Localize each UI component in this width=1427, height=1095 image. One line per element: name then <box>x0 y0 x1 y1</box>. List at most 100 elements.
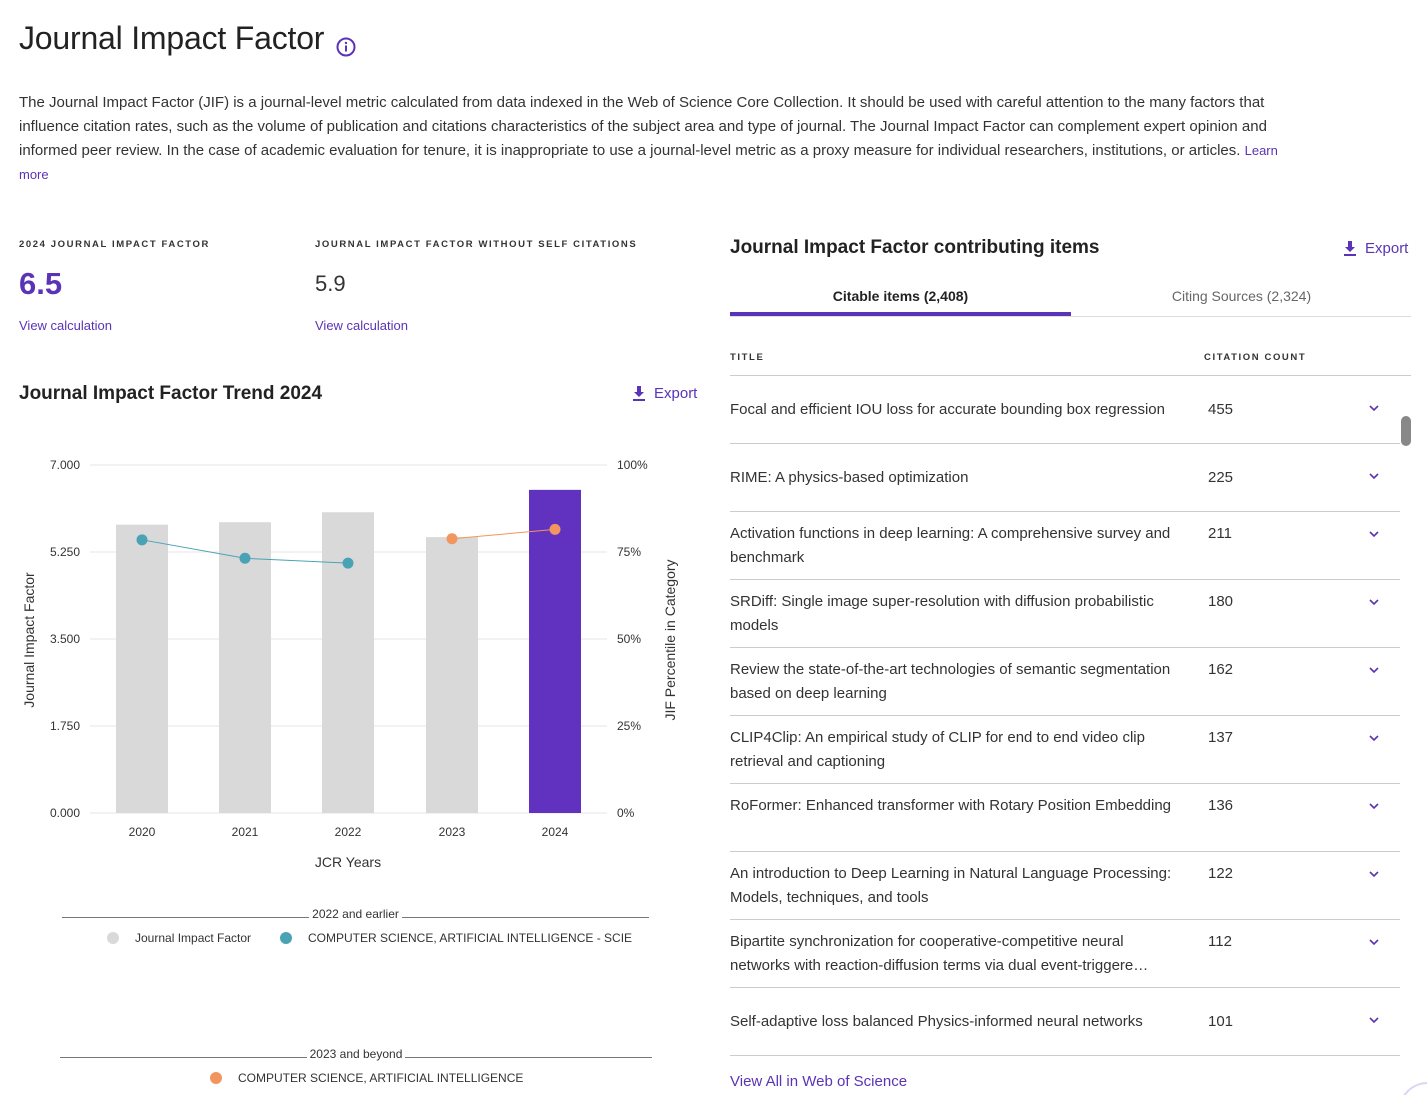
item-title: Review the state-of-the-art technologies… <box>730 661 1171 702</box>
list-item[interactable]: Focal and efficient IOU loss for accurat… <box>730 376 1400 444</box>
jif-no-self-value: 5.9 <box>315 271 346 296</box>
percentile-point <box>446 533 458 545</box>
trend-export-label: Export <box>654 385 698 402</box>
bar-2020 <box>116 524 168 813</box>
list-item[interactable]: Activation functions in deep learning: A… <box>730 512 1400 580</box>
percentile-point <box>239 552 251 564</box>
x-tick-label: 2020 <box>129 825 156 839</box>
y-axis-title: Journal Impact Factor <box>21 572 37 708</box>
item-title: Bipartite synchronization for cooperativ… <box>730 933 1149 974</box>
contributing-export-label: Export <box>1365 240 1409 257</box>
page-title: Journal Impact Factor <box>19 20 325 56</box>
item-citation-count: 225 <box>1208 469 1234 486</box>
column-header-title[interactable]: TITLE <box>730 352 764 363</box>
legend-group-2022-divider: 2022 and earlier <box>62 907 650 921</box>
chevron-down-icon[interactable] <box>1368 402 1380 414</box>
list-item[interactable]: RoFormer: Enhanced transformer with Rota… <box>730 784 1400 852</box>
legend-label-jif: Journal Impact Factor <box>135 931 252 945</box>
chart-bars <box>116 489 581 813</box>
x-tick-label: 2024 <box>542 825 569 839</box>
x-axis-title: JCR Years <box>315 854 381 870</box>
contributing-export-button[interactable]: Export <box>1343 240 1408 257</box>
item-title: Focal and efficient IOU loss for accurat… <box>730 401 1165 418</box>
tab-citing-sources[interactable]: Citing Sources (2,324) <box>1071 280 1412 316</box>
legend-item-jif[interactable]: Journal Impact Factor <box>107 931 251 945</box>
chevron-down-icon[interactable] <box>1368 936 1380 948</box>
legend-group-2023-label: 2023 and beyond <box>309 1047 403 1061</box>
contributing-tabs: Citable items (2,408) Citing Sources (2,… <box>730 280 1411 317</box>
jif-label: 2024 JOURNAL IMPACT FACTOR <box>19 239 210 250</box>
item-title: SRDiff: Single image super-resolution wi… <box>730 593 1154 634</box>
item-title: RIME: A physics-based optimization <box>730 469 969 486</box>
y2-tick-label: 0% <box>617 806 635 820</box>
chevron-down-icon[interactable] <box>1368 1014 1380 1026</box>
item-title: Self-adaptive loss balanced Physics-info… <box>730 1013 1143 1030</box>
bar-2024 <box>529 489 581 813</box>
chevron-down-icon[interactable] <box>1368 596 1380 608</box>
item-citation-count: 180 <box>1208 593 1234 610</box>
percentile-point <box>549 523 561 535</box>
percentile-point <box>136 534 148 546</box>
item-citation-count: 455 <box>1208 401 1234 418</box>
jif-no-self-view-calculation-link[interactable]: View calculation <box>315 318 408 333</box>
column-header-citation-count[interactable]: CITATION COUNT <box>1204 352 1306 363</box>
chevron-down-icon[interactable] <box>1368 664 1380 676</box>
item-title: An introduction to Deep Learning in Natu… <box>730 865 1172 906</box>
legend-item-ai[interactable]: COMPUTER SCIENCE, ARTIFICIAL INTELLIGENC… <box>210 1071 523 1085</box>
list-item[interactable]: RIME: A physics-based optimization 225 <box>730 444 1400 512</box>
list-item[interactable]: An introduction to Deep Learning in Natu… <box>730 852 1400 920</box>
legend-group-2022-label: 2022 and earlier <box>312 907 399 921</box>
y2-tick-label: 50% <box>617 632 641 646</box>
legend-group-2023-divider: 2023 and beyond <box>60 1047 653 1061</box>
y-tick-label: 0.000 <box>50 806 80 820</box>
chevron-down-icon[interactable] <box>1368 732 1380 744</box>
legend-label-ai: COMPUTER SCIENCE, ARTIFICIAL INTELLIGENC… <box>238 1071 524 1085</box>
jif-trend-chart: 0.000 1.750 3.500 5.250 7.000 0% 25% 50% 75% 100%… <box>21 458 678 870</box>
legend-dot-jif <box>107 932 119 944</box>
list-item[interactable]: Review the state-of-the-art technologies… <box>730 648 1400 716</box>
legend-item-scie[interactable]: COMPUTER SCIENCE, ARTIFICIAL INTELLIGENC… <box>280 931 632 945</box>
jif-value: 6.5 <box>19 266 63 301</box>
x-tick-label: 2023 <box>439 825 466 839</box>
item-title: RoFormer: Enhanced transformer with Rota… <box>730 797 1172 814</box>
intro-text: The Journal Impact Factor (JIF) is a jou… <box>19 91 1284 187</box>
item-citation-count: 112 <box>1208 933 1232 950</box>
chevron-down-icon[interactable] <box>1368 800 1380 812</box>
y2-tick-label: 75% <box>617 545 641 559</box>
chevron-down-icon[interactable] <box>1368 470 1380 482</box>
list-item[interactable]: SRDiff: Single image super-resolution wi… <box>730 580 1400 648</box>
y-tick-label: 5.250 <box>50 545 80 559</box>
jif-view-calculation-link[interactable]: View calculation <box>19 318 112 333</box>
download-icon <box>633 385 645 401</box>
list-item[interactable]: Self-adaptive loss balanced Physics-info… <box>730 988 1400 1056</box>
y2-tick-label: 25% <box>617 719 641 733</box>
items-scrollbar[interactable] <box>1401 416 1411 446</box>
y2-tick-label: 100% <box>617 458 648 472</box>
x-tick-label: 2022 <box>335 825 362 839</box>
item-citation-count: 211 <box>1208 525 1232 542</box>
item-citation-count: 137 <box>1208 729 1234 746</box>
bar-2023 <box>426 537 478 813</box>
item-title: Activation functions in deep learning: A… <box>730 525 1171 566</box>
view-all-link[interactable]: View All in Web of Science <box>730 1073 907 1090</box>
tab-citable-items[interactable]: Citable items (2,408) <box>730 280 1071 316</box>
chevron-down-icon[interactable] <box>1368 868 1380 880</box>
jif-no-self-label: JOURNAL IMPACT FACTOR WITHOUT SELF CITAT… <box>315 239 638 250</box>
contributing-title: Journal Impact Factor contributing items <box>730 237 1100 258</box>
corner-decoration <box>1398 1082 1427 1095</box>
item-citation-count: 101 <box>1208 1013 1234 1030</box>
percentile-point <box>342 557 354 569</box>
y2-axis-title: JIF Percentile in Category <box>662 559 678 720</box>
y-tick-label: 7.000 <box>50 458 80 472</box>
item-citation-count: 162 <box>1208 661 1234 678</box>
intro-body: The Journal Impact Factor (JIF) is a jou… <box>19 94 1267 159</box>
info-icon[interactable] <box>336 37 356 57</box>
bar-2022 <box>322 512 374 813</box>
bar-2021 <box>219 522 271 813</box>
chevron-down-icon[interactable] <box>1368 528 1380 540</box>
list-item[interactable]: CLIP4Clip: An empirical study of CLIP fo… <box>730 716 1400 784</box>
item-title: CLIP4Clip: An empirical study of CLIP fo… <box>730 729 1145 770</box>
trend-export-button[interactable]: Export <box>632 385 697 402</box>
list-item[interactable]: Bipartite synchronization for cooperativ… <box>730 920 1400 988</box>
trend-title: Journal Impact Factor Trend 2024 <box>19 383 323 404</box>
